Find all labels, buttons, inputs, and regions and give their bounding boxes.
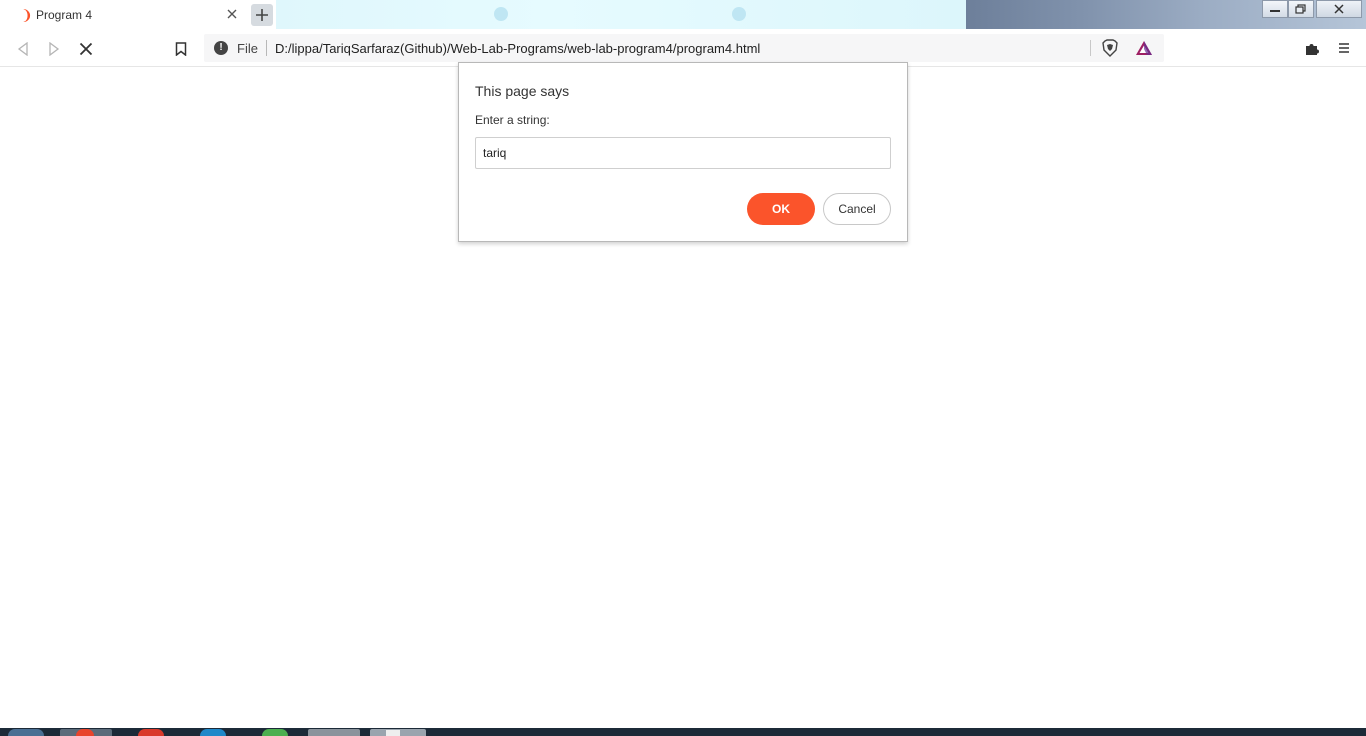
- prompt-dialog: This page says Enter a string: OK Cancel: [458, 62, 908, 242]
- taskbar-app[interactable]: [262, 729, 288, 736]
- app-icon: [76, 729, 94, 736]
- menu-button[interactable]: [1335, 39, 1353, 57]
- forward-arrow-icon: [49, 42, 60, 56]
- back-button[interactable]: [14, 40, 32, 58]
- stop-icon: [79, 42, 93, 56]
- brave-rewards-button[interactable]: [1135, 39, 1153, 57]
- site-info-icon[interactable]: !: [214, 41, 228, 55]
- prompt-input[interactable]: [475, 137, 891, 169]
- brave-shields-button[interactable]: [1101, 39, 1119, 57]
- minimize-icon: [1270, 10, 1280, 12]
- close-window-button[interactable]: [1316, 0, 1362, 18]
- taskbar-app[interactable]: [200, 729, 226, 736]
- restore-button[interactable]: [1288, 0, 1314, 18]
- dialog-message: Enter a string:: [475, 113, 550, 127]
- close-tab-icon[interactable]: [226, 8, 238, 20]
- dialog-title: This page says: [475, 83, 570, 99]
- app-icon: [386, 730, 400, 736]
- blurred-window-icon: [732, 7, 746, 21]
- minimize-button[interactable]: [1262, 0, 1288, 18]
- stop-loading-button[interactable]: [76, 39, 96, 59]
- ok-button[interactable]: OK: [747, 193, 815, 225]
- cancel-button[interactable]: Cancel: [823, 193, 891, 225]
- brave-rewards-triangle-icon: [1136, 41, 1152, 55]
- bookmark-button[interactable]: [172, 39, 190, 59]
- blurred-window-icon: [494, 7, 508, 21]
- tab-strip: ❩ Program 4: [0, 0, 1366, 31]
- back-arrow-icon: [17, 42, 28, 56]
- brave-shield-icon: [1102, 39, 1118, 57]
- forward-button[interactable]: [45, 40, 63, 58]
- puzzle-piece-icon: [1305, 43, 1319, 55]
- start-button[interactable]: [8, 729, 44, 736]
- taskbar-app[interactable]: [370, 729, 426, 736]
- url-divider: [266, 40, 267, 56]
- bookmark-icon: [175, 42, 187, 56]
- tab-strip-background: [276, 0, 966, 29]
- brave-lion-icon: ❩: [21, 7, 33, 23]
- close-icon: [1334, 4, 1344, 14]
- url-scheme-label: File: [237, 41, 258, 56]
- url-text[interactable]: D:/lippa/TariqSarfaraz(Github)/Web-Lab-P…: [275, 41, 760, 56]
- extensions-button[interactable]: [1303, 39, 1321, 57]
- address-bar[interactable]: ! File D:/lippa/TariqSarfaraz(Github)/We…: [204, 34, 1164, 62]
- hamburger-menu-icon: [1339, 43, 1349, 53]
- plus-icon: [256, 9, 268, 21]
- url-divider: [1090, 40, 1091, 56]
- restore-icon: [1295, 4, 1306, 14]
- taskbar-app[interactable]: [308, 729, 360, 736]
- tab-program-4[interactable]: ❩ Program 4: [0, 0, 244, 31]
- taskbar-app[interactable]: [60, 729, 112, 736]
- new-tab-button[interactable]: [251, 4, 273, 26]
- taskbar: [0, 728, 1366, 736]
- tab-title: Program 4: [36, 8, 93, 22]
- taskbar-app[interactable]: [138, 729, 164, 736]
